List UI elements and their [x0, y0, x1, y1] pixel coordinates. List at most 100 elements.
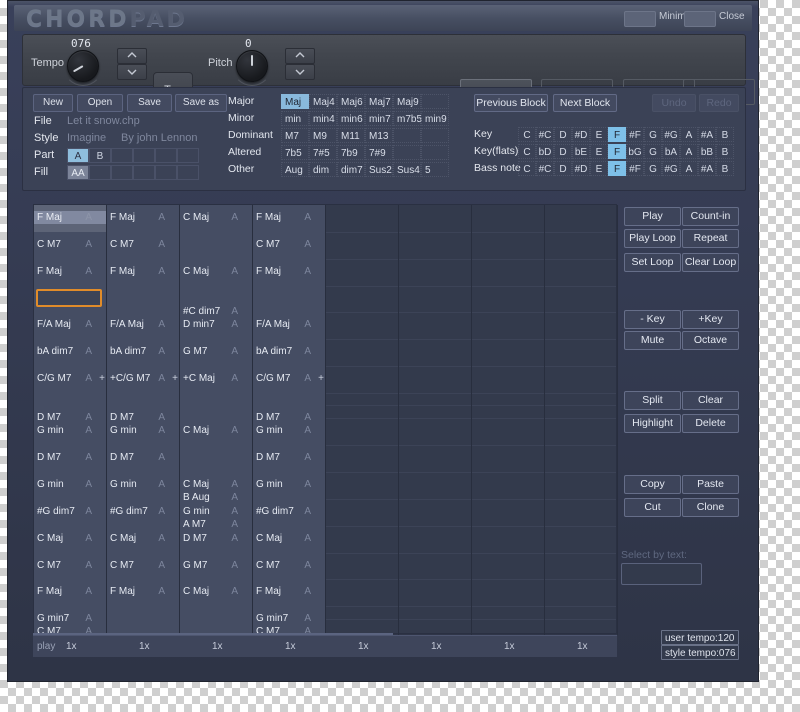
key-cell-c[interactable]: C: [518, 127, 536, 142]
repeat-count-label[interactable]: 1x: [504, 641, 515, 652]
chordtype-7b5[interactable]: 7b5: [281, 145, 309, 160]
chordtype-min6[interactable]: min6: [337, 111, 365, 126]
fill-cell-6[interactable]: [177, 165, 199, 180]
chord-cell[interactable]: A M7 A: [180, 518, 252, 531]
chordtype-min7[interactable]: min7: [365, 111, 393, 126]
chord-cell[interactable]: F/A Maj A: [34, 318, 106, 331]
key-cell-fs[interactable]: #F: [626, 127, 644, 142]
key-cell-f[interactable]: F: [608, 127, 626, 142]
chord-cell[interactable]: C Maj A: [180, 585, 252, 598]
grid-column[interactable]: C Maj A C Maj A #C dim7 A D min7 A G M7 A +C Maj A C…: [180, 205, 253, 635]
bass-cell-b[interactable]: B: [716, 161, 734, 176]
chord-cell[interactable]: #G dim7 A: [34, 505, 106, 518]
keyflat-cell-gb[interactable]: bG: [626, 144, 644, 159]
minimize-button[interactable]: [624, 11, 656, 27]
bass-cell-as[interactable]: #A: [698, 161, 716, 176]
chordtype-sus4[interactable]: Sus4: [393, 162, 421, 177]
chordtype-maj9[interactable]: Maj9: [393, 94, 421, 109]
chord-cell[interactable]: G M7 A: [180, 559, 252, 572]
chord-cell[interactable]: D M7 A: [180, 532, 252, 545]
fill-cell-aa[interactable]: AA: [67, 165, 89, 180]
split-button[interactable]: Split: [624, 391, 681, 410]
chord-sequencer-grid[interactable]: F Maj A C M7 A F Maj A F/A Maj AbA dim7 A C/G M7 A…: [33, 204, 618, 637]
chord-cell[interactable]: C Maj A: [253, 532, 325, 545]
chordtype-dominant-empty-2[interactable]: [421, 128, 449, 143]
chord-cell[interactable]: F Maj A: [253, 211, 325, 224]
chordtype-maj7[interactable]: Maj7: [365, 94, 393, 109]
chord-cell[interactable]: F/A Maj A: [107, 318, 179, 331]
open-button[interactable]: Open: [77, 94, 123, 112]
tempo-down-button[interactable]: [117, 64, 147, 80]
pitch-up-button[interactable]: [285, 48, 315, 64]
clear-button[interactable]: Clear: [682, 391, 739, 410]
chordtype-dim[interactable]: dim: [309, 162, 337, 177]
chord-cell[interactable]: C Maj A: [180, 265, 252, 278]
chordtype-7s5[interactable]: 7#5: [309, 145, 337, 160]
repeat-count-label[interactable]: 1x: [577, 641, 588, 652]
chord-cell[interactable]: G min A: [253, 478, 325, 491]
repeat-count-label[interactable]: 1x: [285, 641, 296, 652]
next-block-button[interactable]: Next Block: [553, 94, 617, 112]
chordtype-dominant-empty-1[interactable]: [393, 128, 421, 143]
undo-button[interactable]: Undo: [652, 94, 696, 112]
chord-cell[interactable]: G M7 A: [180, 345, 252, 358]
key-cell-b[interactable]: B: [716, 127, 734, 142]
chord-edit-cell[interactable]: [36, 289, 102, 307]
chordtype-major-empty[interactable]: [421, 94, 449, 109]
keyflat-cell-db[interactable]: bD: [536, 144, 554, 159]
key-cell-d[interactable]: D: [554, 127, 572, 142]
key-down-button[interactable]: - Key: [624, 310, 681, 329]
chord-cell[interactable]: C M7 A: [107, 559, 179, 572]
key-cell-e[interactable]: E: [590, 127, 608, 142]
bass-cell-fs[interactable]: #F: [626, 161, 644, 176]
save-button[interactable]: Save: [127, 94, 172, 112]
bass-cell-a[interactable]: A: [680, 161, 698, 176]
chord-cell[interactable]: bA dim7 A: [34, 345, 106, 358]
chord-cell[interactable]: C M7 A: [253, 559, 325, 572]
chordtype-m9[interactable]: M9: [309, 128, 337, 143]
chord-cell[interactable]: bA dim7 A: [107, 345, 179, 358]
bass-cell-e[interactable]: E: [590, 161, 608, 176]
repeat-count-label[interactable]: 1x: [66, 641, 77, 652]
keyflat-cell-b[interactable]: B: [716, 144, 734, 159]
chord-cell[interactable]: F/A Maj A: [253, 318, 325, 331]
delete-button[interactable]: Delete: [682, 414, 739, 433]
cut-button[interactable]: Cut: [624, 498, 681, 517]
chord-cell[interactable]: G min A: [253, 424, 325, 437]
save-as-button[interactable]: Save as: [175, 94, 227, 112]
chord-cell[interactable]: F Maj A: [34, 585, 106, 598]
file-value[interactable]: Let it snow.chp: [67, 115, 140, 127]
keyflat-cell-ab[interactable]: bA: [662, 144, 680, 159]
grid-column[interactable]: [326, 205, 399, 635]
key-cell-g[interactable]: G: [644, 127, 662, 142]
chord-cell[interactable]: C Maj A: [180, 424, 252, 437]
chord-cell[interactable]: D M7 A: [34, 451, 106, 464]
count-in-button[interactable]: Count-in: [682, 207, 739, 226]
chordtype-5[interactable]: 5: [421, 162, 449, 177]
part-cell-b[interactable]: B: [89, 148, 111, 163]
chord-cell[interactable]: C M7 A: [34, 559, 106, 572]
chordtype-sus2[interactable]: Sus2: [365, 162, 393, 177]
clear-loop-button[interactable]: Clear Loop: [682, 253, 739, 272]
keyflat-cell-eb[interactable]: bE: [572, 144, 590, 159]
chord-cell[interactable]: C Maj A: [180, 211, 252, 224]
bass-cell-f[interactable]: F: [608, 161, 626, 176]
chord-cell[interactable]: F Maj A: [107, 585, 179, 598]
set-loop-button[interactable]: Set Loop: [624, 253, 681, 272]
fill-cell-2[interactable]: [89, 165, 111, 180]
chordtype-altered-empty-1[interactable]: [393, 145, 421, 160]
chordtype-min9[interactable]: min9: [421, 111, 449, 126]
chord-cell[interactable]: C Maj A: [34, 532, 106, 545]
tempo-up-button[interactable]: [117, 48, 147, 64]
key-cell-ds[interactable]: #D: [572, 127, 590, 142]
bass-cell-d[interactable]: D: [554, 161, 572, 176]
bass-cell-gs[interactable]: #G: [662, 161, 680, 176]
chord-cell[interactable]: F Maj A: [107, 265, 179, 278]
keyflat-cell-a[interactable]: A: [680, 144, 698, 159]
grid-column[interactable]: F Maj A C M7 A F Maj A F/A Maj AbA dim7 A C/G M7 A…: [34, 205, 107, 637]
chord-cell[interactable]: G min A: [34, 424, 106, 437]
chordtype-aug[interactable]: Aug: [281, 162, 309, 177]
keyflat-cell-c[interactable]: C: [518, 144, 536, 159]
fill-cell-4[interactable]: [133, 165, 155, 180]
chordtype-m7[interactable]: M7: [281, 128, 309, 143]
